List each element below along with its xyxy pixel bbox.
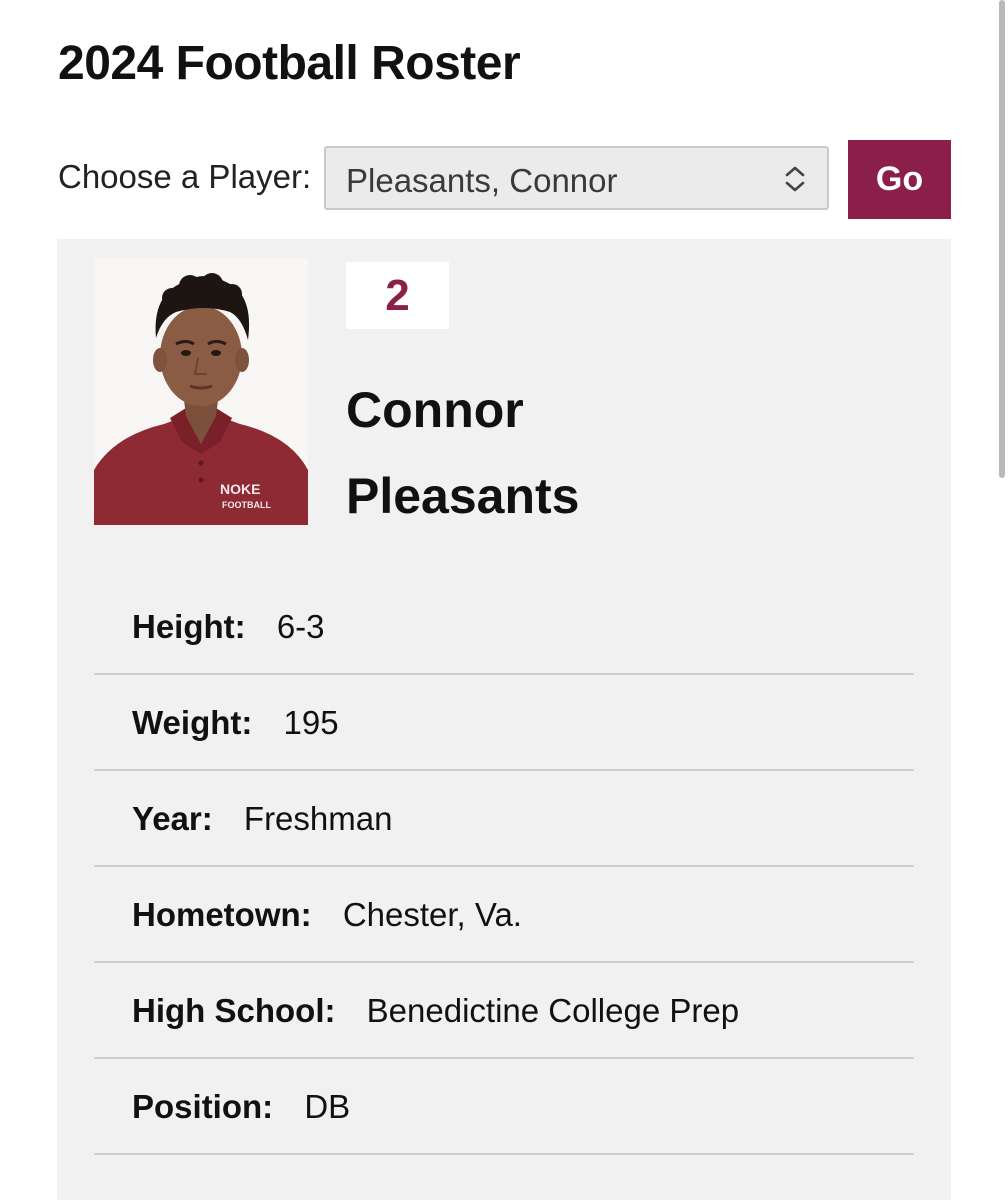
shirt-logo-text: NOKE [220, 481, 260, 497]
detail-value: Benedictine College Prep [366, 992, 740, 1029]
detail-row-high-school: High School: Benedictine College Prep [94, 963, 914, 1059]
go-button[interactable]: Go [848, 140, 951, 219]
detail-value: Freshman [243, 800, 393, 837]
page-title: 2024 Football Roster [58, 37, 521, 90]
roster-page: 2024 Football Roster Choose a Player: Pl… [0, 0, 1008, 1200]
detail-row-position: Position: DB [94, 1059, 914, 1155]
detail-row-height: Height: 6-3 [94, 579, 914, 675]
detail-value: Chester, Va. [342, 896, 522, 933]
detail-value: 6-3 [276, 608, 325, 645]
player-photo: NOKE FOOTBALL [94, 258, 308, 525]
detail-label: Weight: 195 [132, 704, 339, 741]
player-select-value: Pleasants, Connor [346, 162, 618, 199]
detail-row-year: Year: Freshman [94, 771, 914, 867]
player-name: Connor Pleasants [346, 367, 579, 539]
detail-label: Year: Freshman [132, 800, 393, 837]
player-photo-image: NOKE FOOTBALL [94, 258, 308, 525]
detail-value: 195 [283, 704, 339, 741]
detail-row-weight: Weight: 195 [94, 675, 914, 771]
scrollbar-thumb[interactable] [999, 0, 1005, 478]
detail-label: High School: Benedictine College Prep [132, 992, 740, 1029]
shirt-logo-subtext: FOOTBALL [222, 500, 271, 510]
player-first-name: Connor [346, 382, 524, 438]
jersey-number: 2 [385, 270, 410, 320]
player-card: NOKE FOOTBALL 2 Connor Pleasants Height:… [57, 239, 951, 1200]
detail-row-hometown: Hometown: Chester, Va. [94, 867, 914, 963]
detail-label: Hometown: Chester, Va. [132, 896, 522, 933]
player-last-name: Pleasants [346, 468, 580, 524]
jersey-number-badge: 2 [346, 262, 449, 329]
chevron-up-down-icon [785, 166, 805, 192]
detail-label: Position: DB [132, 1088, 351, 1125]
detail-label: Height: 6-3 [132, 608, 325, 645]
player-details-list: Height: 6-3 Weight: 195 Year: Freshman H… [94, 579, 914, 1155]
detail-value: DB [304, 1088, 351, 1125]
page-scrollbar[interactable] [996, 0, 1008, 1200]
choose-player-label: Choose a Player: [58, 158, 312, 195]
player-select[interactable]: Pleasants, Connor [324, 146, 829, 210]
